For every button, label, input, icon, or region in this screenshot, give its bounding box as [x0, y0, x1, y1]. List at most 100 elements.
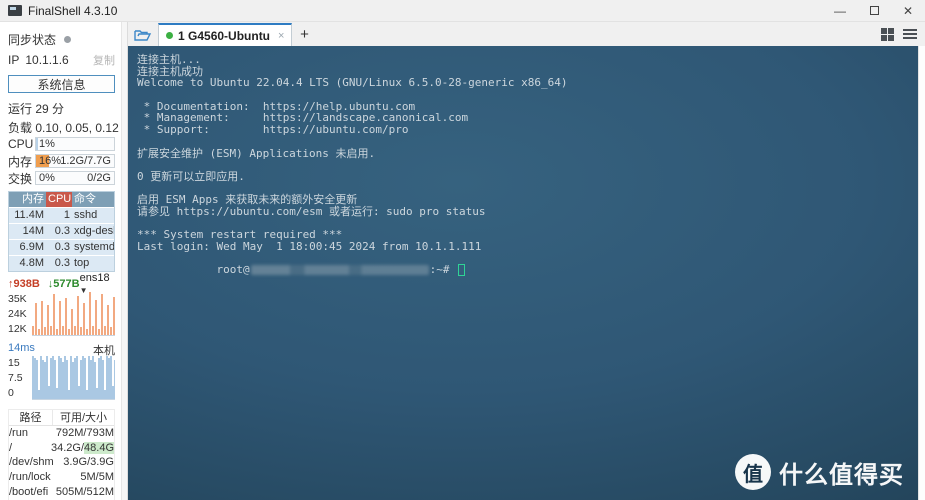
chart-bar [71, 309, 73, 335]
gauge-bar: 0% 0/2G [35, 171, 115, 185]
sidebar-scrollbar[interactable] [121, 22, 128, 500]
chart-bar [95, 299, 97, 335]
process-header-cell[interactable]: CPU [46, 192, 72, 207]
disk-row[interactable]: /run 792M/793M [9, 426, 114, 441]
process-cell: 4.8M [19, 257, 44, 269]
chart-bar [83, 302, 85, 335]
terminal[interactable]: 连接主机... 连接主机成功 Welcome to Ubuntu 22.04.4 L… [128, 46, 918, 500]
process-cell: 6.9M [19, 241, 44, 253]
system-info-button[interactable]: 系统信息 [8, 75, 115, 93]
ip-label: IP [8, 53, 20, 67]
chart-bar [50, 326, 52, 335]
disk-header-size: 可用/大小 [59, 412, 108, 424]
folder-icon [134, 29, 152, 41]
network-chart-ticks: 35K 24K 12K [8, 292, 32, 336]
maximize-button[interactable] [857, 0, 891, 21]
close-button[interactable]: ✕ [891, 0, 925, 21]
chart-bar [114, 360, 115, 399]
upload-rate: ↑938B [8, 278, 40, 290]
axis-tick: 12K [8, 323, 27, 335]
gauge-label: 内存 [8, 154, 33, 169]
disk-path: /dev/shm [9, 456, 54, 469]
terminal-line: * Support: https://ubuntu.com/pro [137, 123, 409, 137]
gauge-bar: 16% 1.2G/7.7G [35, 154, 115, 168]
watermark: 值 什么值得买 [735, 454, 904, 490]
chart-bar [35, 302, 37, 335]
process-cell: systemd-... [74, 241, 114, 253]
terminal-prompt: root@:~# [137, 253, 918, 277]
ping-value: 14ms [8, 342, 35, 354]
gauge-percent: 16% [39, 155, 62, 167]
highlighted-size: 48.4G [84, 441, 114, 454]
sync-status-dot [64, 35, 72, 43]
disk-row[interactable]: /run/lock 5M/5M [9, 470, 114, 485]
terminal-cursor [458, 264, 466, 277]
terminal-scrollbar[interactable] [918, 46, 925, 500]
terminal-line: 0 更新可以立即应用. [137, 169, 245, 183]
disk-path: / [9, 441, 13, 454]
axis-tick: 35K [8, 293, 27, 305]
gauge-value: 0/2G [87, 172, 111, 184]
disk-row[interactable]: /dev/shm 3.9G/3.9G [9, 455, 114, 470]
terminal-line: 连接主机... [137, 53, 201, 66]
disk-size: 5M/5M [80, 471, 114, 484]
chart-bar [86, 328, 88, 335]
tab-label: 1 G4560-Ubuntu [178, 28, 271, 43]
disk-path: /run [9, 427, 28, 439]
process-row[interactable]: 4.8M 0.3 top [9, 255, 114, 271]
gauge-row: 交换 0% 0/2G [8, 171, 115, 186]
gauge-row: 内存 16% 1.2G/7.7G [8, 154, 115, 169]
chart-bar [104, 325, 106, 335]
gauge-label: 交换 [8, 171, 33, 186]
process-row[interactable]: 14M 0.3 xdg-desk... [9, 223, 114, 239]
copy-ip-button[interactable]: 复制 [93, 52, 115, 68]
sync-status-label: 同步状态 [8, 32, 57, 47]
chart-bar [53, 294, 55, 335]
maximize-icon [869, 6, 879, 15]
axis-tick: 7.5 [8, 372, 23, 384]
process-row[interactable]: 11.4M 1 sshd [9, 207, 114, 223]
axis-tick: 15 [8, 357, 20, 369]
finalshell-window: FinalShell 4.3.10 — ✕ 同步状态 IP 10.1.1.6 复… [0, 0, 925, 500]
process-cell: 0.3 [54, 257, 70, 269]
chart-bar [80, 327, 82, 335]
process-cell: 11.4M [14, 209, 44, 221]
new-tab-button[interactable]: + [292, 23, 316, 46]
chart-bar [38, 328, 40, 335]
gauge-bar: 1% [35, 137, 115, 151]
terminal-line: Welcome to Ubuntu 22.04.4 LTS (GNU/Linux… [137, 76, 568, 90]
disk-size: 34.2G/48.4G [51, 441, 114, 454]
chart-bar [89, 292, 91, 335]
load-label: 负载 0.10, 0.05, 0.12 [8, 121, 119, 135]
sidebar: 同步状态 IP 10.1.1.6 复制 系统信息 运行 29 分 负载 0.10… [0, 22, 121, 500]
axis-tick: 0 [8, 387, 14, 399]
process-row[interactable]: 6.9M 0.3 systemd-... [9, 239, 114, 255]
smzdm-logo-icon: 值 [735, 454, 771, 490]
disk-size: 792M/793M [55, 427, 114, 439]
gauge-fill [36, 138, 39, 150]
menu-icon[interactable] [903, 27, 917, 41]
process-cell: top [74, 257, 90, 269]
minimize-button[interactable]: — [823, 0, 857, 21]
chart-bar [62, 326, 64, 335]
chart-bar [32, 326, 34, 335]
layout-grid-icon[interactable] [881, 28, 894, 41]
connection-manager-button[interactable] [128, 23, 158, 46]
process-cell: xdg-desk... [74, 225, 114, 237]
disk-row[interactable]: /boot/efi 505M/512M [9, 485, 114, 500]
disk-size: 505M/512M [55, 485, 114, 498]
ping-chart: 15 7.5 0 [8, 356, 115, 400]
process-header-cell[interactable]: 命令 [72, 192, 114, 207]
disk-row[interactable]: / 34.2G/48.4G [9, 441, 114, 456]
chart-bar [59, 301, 61, 335]
tab-g4560-ubuntu[interactable]: 1 G4560-Ubuntu × [158, 23, 293, 46]
disk-table: 路径 可用/大小 /run 792M/793M / 34.2G/48.4G/dev/s… [8, 409, 115, 500]
disk-path: /run/lock [9, 471, 51, 484]
process-header-cell[interactable]: 内存 [9, 192, 46, 207]
tab-close-icon[interactable]: × [278, 30, 284, 42]
download-rate: ↓577B [47, 278, 80, 290]
watermark-text: 什么值得买 [779, 460, 904, 489]
redacted-hostname [250, 265, 429, 276]
ip-value: 10.1.1.6 [25, 53, 69, 67]
